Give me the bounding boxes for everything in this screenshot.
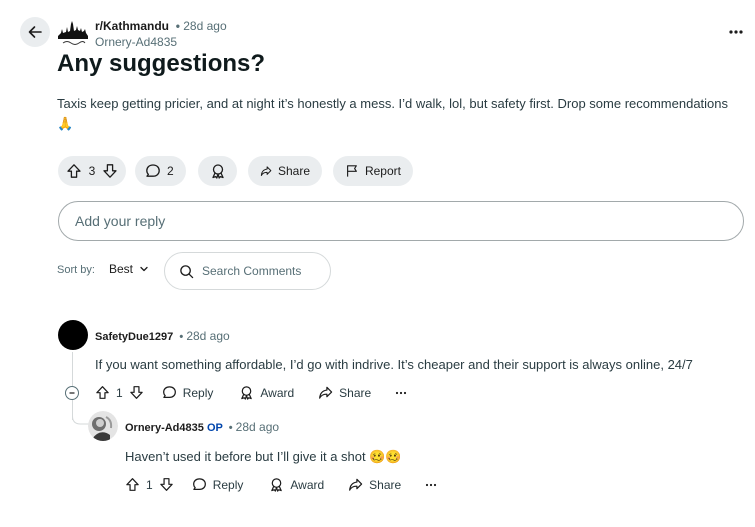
report-label: Report [364,164,401,178]
op-badge: OP [206,422,223,434]
more-icon [396,391,407,394]
downvote-icon[interactable] [102,163,118,179]
reply-placeholder: Add your reply [75,213,166,229]
award-icon [211,164,224,179]
award-button[interactable] [198,156,237,186]
share-label: Share [277,164,310,178]
upvote-icon[interactable] [125,477,140,492]
upvote-icon[interactable] [66,163,82,179]
award-label: Award [290,477,325,492]
comment-icon [146,164,160,177]
post-score: 3 [88,164,96,178]
comment-text: If you want something affordable, I’d go… [95,357,693,372]
award-icon [241,386,253,400]
more-options-button[interactable] [425,483,437,487]
vote-control: 3 [58,156,126,186]
chevron-down-icon [140,266,148,272]
avatar[interactable] [58,320,88,350]
upvote-icon[interactable] [95,385,110,400]
award-button[interactable]: Award [239,385,294,400]
reply-label: Reply [212,477,244,492]
post-title: Any suggestions? [57,50,266,77]
comment-meta: SafetyDue1297 • 28d ago [95,329,230,343]
share-icon [260,166,272,176]
comment-vote-control: 1 [125,477,174,492]
reply-button[interactable]: Reply [192,477,244,492]
sort-label: Sort by: [57,264,95,276]
separator-dot: • [176,331,187,343]
comment-score: 1 [146,477,153,492]
reply-meta: Ornery-Ad4835 OP • 28d ago [125,420,279,434]
share-button[interactable]: Share [348,477,401,492]
avatar[interactable] [88,411,118,441]
comment-icon [162,386,176,398]
more-icon [729,30,743,34]
share-label: Share [369,477,402,492]
share-icon [349,478,363,491]
reply-label: Reply [182,385,214,400]
comment-actions: 1 Reply Award Share [95,385,407,400]
comment-score: 1 [116,385,123,400]
share-icon [319,386,333,399]
post-time: 28d ago [183,19,227,33]
post-meta: r/Kathmandu • 28d ago [95,19,227,33]
minus-icon [69,392,75,394]
share-label: Share [339,385,372,400]
post-body: Taxis keep getting pricier, and at night… [57,96,729,131]
subreddit-name[interactable]: r/Kathmandu [95,19,169,33]
comment-icon [192,478,206,490]
back-button[interactable] [20,17,50,47]
comment-vote-control: 1 [95,385,144,400]
separator-dot: • [225,422,236,434]
report-button[interactable]: Report [333,156,413,186]
subreddit-avatar[interactable] [57,19,89,47]
award-icon [271,478,283,492]
downvote-icon[interactable] [159,477,174,492]
comment-count: 2 [167,164,174,178]
post-author[interactable]: Ornery-Ad4835 [95,35,177,49]
search-comments-placeholder: Search Comments [202,264,302,278]
search-icon [180,264,194,278]
sort-dropdown[interactable]: Best [109,262,149,276]
more-options-button[interactable] [395,391,407,395]
more-icon [426,483,437,486]
reply-button[interactable]: Reply [162,385,214,400]
search-comments-input[interactable]: Search Comments [164,252,331,290]
reply-input[interactable]: Add your reply [58,201,744,241]
comment-time: 28d ago [186,329,230,343]
downvote-icon[interactable] [129,385,144,400]
report-flag-icon [347,165,357,177]
share-button[interactable]: Share [248,156,322,186]
comment-text: Haven’t used it before but I’ll give it … [125,449,402,464]
more-options-button[interactable] [724,22,748,42]
comment-time: 28d ago [235,420,280,434]
comments-button[interactable]: 2 [135,156,186,186]
separator-dot: • [172,19,184,33]
thread-line[interactable] [72,352,73,386]
award-label: Award [260,385,295,400]
collapse-thread-button[interactable] [65,386,79,400]
award-button[interactable]: Award [269,477,324,492]
comment-actions: 1 Reply Award Share [125,477,437,492]
share-button[interactable]: Share [318,385,371,400]
back-arrow-icon [28,26,42,38]
comment-author[interactable]: Ornery-Ad4835 [125,422,204,434]
comment-author[interactable]: SafetyDue1297 [95,331,173,343]
sort-value: Best [109,262,134,276]
